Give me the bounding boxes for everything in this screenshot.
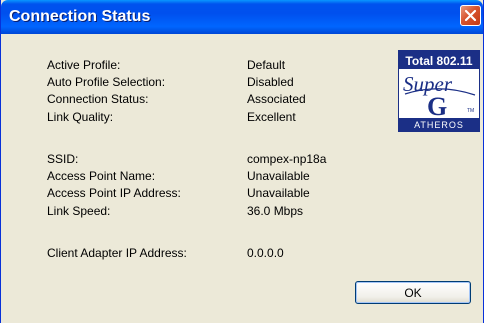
connection-status-value: Associated	[247, 92, 306, 106]
link-speed-label: Link Speed:	[47, 204, 111, 218]
ok-button[interactable]: OK	[355, 281, 471, 304]
close-button[interactable]	[460, 5, 481, 26]
atheros-super-g-logo: Total 802.11 Super G TM ATHEROS	[398, 50, 480, 132]
connection-status-label: Connection Status:	[47, 92, 149, 106]
logo-line1: Total 802.11	[405, 54, 472, 68]
ssid-label: SSID:	[47, 152, 79, 166]
active-profile-value: Default	[247, 58, 286, 72]
client-adapter-ip-label: Client Adapter IP Address:	[47, 246, 187, 260]
window-title: Connection Status	[9, 8, 151, 25]
access-point-ip-value: Unavailable	[247, 186, 310, 200]
access-point-name-label: Access Point Name:	[47, 169, 156, 183]
link-speed-value: 36.0 Mbps	[247, 204, 304, 218]
close-icon	[464, 9, 477, 22]
logo-tm: TM	[467, 108, 474, 114]
title-bar[interactable]: Connection Status	[1, 0, 483, 34]
access-point-name-value: Unavailable	[247, 169, 310, 183]
link-quality-label: Link Quality:	[47, 110, 114, 124]
logo-brand: ATHEROS	[414, 120, 464, 130]
link-quality-value: Excellent	[247, 110, 296, 124]
auto-profile-selection-value: Disabled	[247, 75, 294, 89]
ssid-value: compex-np18a	[247, 152, 327, 166]
connection-status-window: Connection Status Active Profile: Defaul…	[0, 0, 484, 323]
logo-letter: G	[427, 92, 447, 121]
active-profile-label: Active Profile:	[47, 58, 121, 72]
client-adapter-ip-value: 0.0.0.0	[247, 246, 284, 260]
access-point-ip-label: Access Point IP Address:	[47, 186, 181, 200]
logo-graphic: Total 802.11 Super G TM ATHEROS	[399, 51, 479, 131]
dialog-body: Active Profile: Default Auto Profile Sel…	[3, 34, 481, 323]
auto-profile-selection-label: Auto Profile Selection:	[47, 75, 166, 89]
